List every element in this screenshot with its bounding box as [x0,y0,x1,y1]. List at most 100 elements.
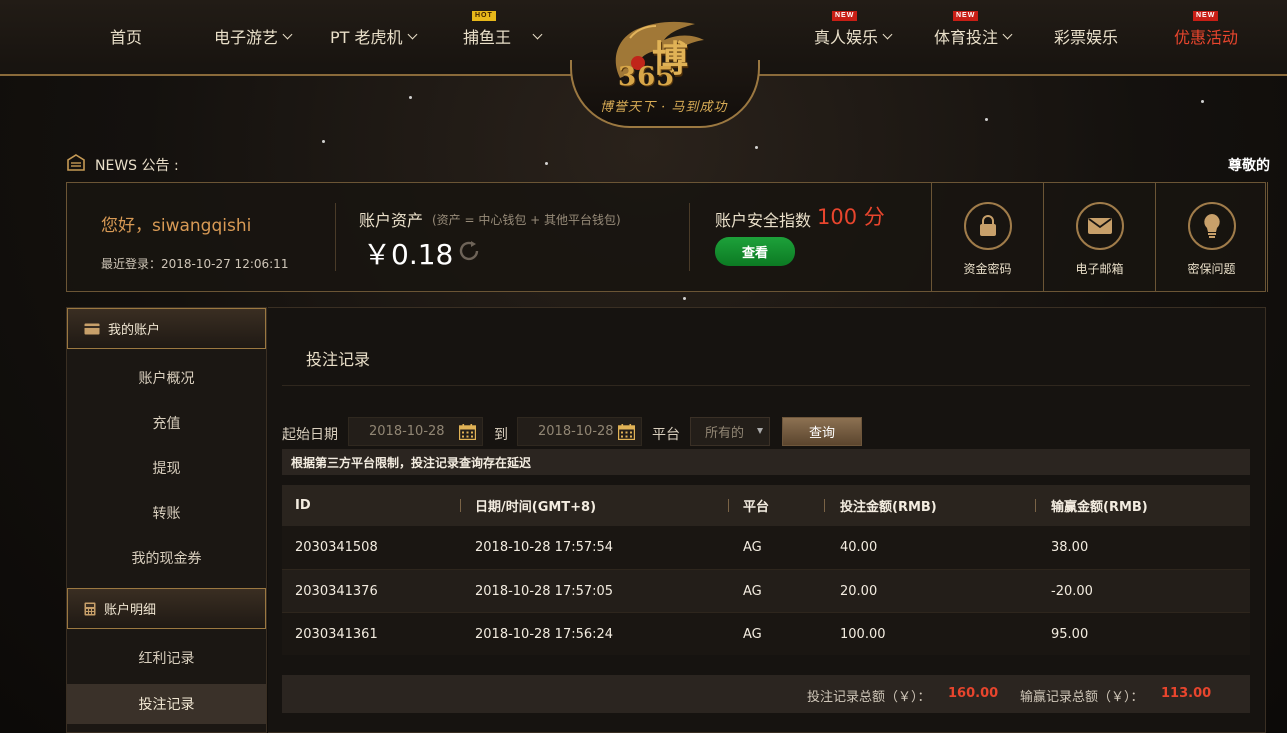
nav-pt-slots[interactable]: PT 老虎机 [330,24,417,48]
start-date-input[interactable]: 2018-10-28 [348,417,483,446]
sidebar-section-my-account[interactable]: 我的账户 [67,308,266,349]
sparkle [322,140,325,143]
col-datetime: 日期/时间(GMT+8) [475,500,597,515]
logo-numerals: 365 [618,62,676,92]
start-date-value: 2018-10-28 [369,424,445,439]
nav-sports-label: 体育投注 [934,28,999,47]
logo-slogan: 博誉天下 · 马到成功 [600,100,728,115]
chevron-down-icon [1002,29,1013,39]
caret-down-icon [757,428,763,434]
delay-notice: 根据第三方平台限制，投注记录查询存在延迟 [282,449,1250,475]
cell-bet-amount: 20.00 [840,583,878,599]
bet-records-table: ID 日期/时间(GMT+8) 平台 投注金额(RMB) 输赢金额(RMB) 2… [282,485,1250,655]
bet-total-value: 160.00 [948,686,999,701]
refresh-icon[interactable] [457,239,481,263]
greeting: 您好，siwangqishi [101,216,252,236]
tile-security-question[interactable]: 密保问题 [1155,182,1268,292]
new-badge: NEW [953,11,979,21]
sidebar-section-label: 我的账户 [108,323,161,338]
cell-id: 2030341508 [295,540,378,555]
column-separator [824,499,825,512]
column-separator [728,499,729,512]
sidebar-section-label: 账户明细 [104,603,157,618]
sidebar: 我的账户 账户概况 充值 提现 转账 我的现金券 账户明细 红利记录 投注记录 [66,307,267,733]
nav-live-casino[interactable]: 真人娱乐 [814,24,893,48]
end-date-value: 2018-10-28 [538,424,614,439]
cell-win-amount: 38.00 [1051,540,1089,555]
nav-promotions[interactable]: 优惠活动 [1174,24,1238,48]
cell-bet-amount: 100.00 [840,626,886,642]
nav-sports[interactable]: 体育投注 [934,24,1013,48]
sidebar-item-bonus-records[interactable]: 红利记录 [67,638,266,678]
end-date-input[interactable]: 2018-10-28 [517,417,642,446]
table-row: 2030341376 2018-10-28 17:57:05 AG 20.00 … [282,569,1250,612]
tile-email[interactable]: 电子邮箱 [1043,182,1156,292]
nav-electronic[interactable]: 电子游艺 [214,24,293,48]
tile-fund-password[interactable]: 资金密码 [931,182,1044,292]
totals-bar: 投注记录总额（￥）： 160.00 输赢记录总额（￥）： 113.00 [282,675,1250,713]
mail-icon [1075,202,1124,250]
bet-total-label: 投注记录总额（￥）： [807,690,931,705]
cell-platform: AG [743,583,762,599]
cell-platform: AG [743,626,762,642]
start-date-label: 起始日期 [282,427,338,443]
chevron-down-icon [407,29,417,39]
security-score: 100 分 [817,205,885,229]
to-label: 到 [494,427,508,443]
win-total-label: 输赢记录总额（￥）： [1020,690,1144,705]
sidebar-item-transfer[interactable]: 转账 [67,493,266,533]
sidebar-item-overview[interactable]: 账户概况 [67,358,266,398]
lock-icon [963,202,1012,250]
col-id: ID [295,498,311,513]
chevron-down-icon [882,29,893,39]
news-icon [67,154,85,171]
news-marquee[interactable]: 尊敬的 [1228,155,1287,175]
new-badge: NEW [832,11,858,21]
platform-select[interactable]: 所有的 [690,417,770,446]
cell-win-amount: 95.00 [1051,626,1089,642]
win-total-value: 113.00 [1161,686,1212,701]
cell-id: 2030341361 [295,626,378,642]
platform-label: 平台 [652,427,680,443]
nav-lottery[interactable]: 彩票娱乐 [1054,24,1118,48]
page-title: 投注记录 [306,350,371,369]
sidebar-item-withdraw[interactable]: 提现 [67,448,266,488]
sidebar-item-bet-records[interactable]: 投注记录 [67,684,266,724]
column-separator [460,499,461,512]
nav-home[interactable]: 首页 [110,24,142,48]
cell-platform: AG [743,540,762,555]
nav-fishing[interactable]: 捕鱼王 [463,24,543,48]
platform-select-value: 所有的 [705,426,745,441]
divider [335,203,336,271]
nav-home-label: 首页 [110,28,143,47]
new-badge: NEW [1193,11,1219,21]
last-login: 最近登录：2018-10-27 12:06:11 [101,257,289,271]
view-security-button[interactable]: 查看 [715,237,795,266]
chevron-down-icon [282,29,293,39]
cell-datetime: 2018-10-28 17:56:24 [475,626,614,642]
nav-live-label: 真人娱乐 [814,28,879,47]
query-button[interactable]: 查询 [782,417,862,446]
assets-value: ￥0.18 [363,238,454,271]
calendar-icon[interactable] [459,424,476,440]
divider [282,385,1250,386]
column-separator [1035,499,1036,512]
table-row: 2030341508 2018-10-28 17:57:54 AG 40.00 … [282,526,1250,569]
sidebar-section-account-details[interactable]: 账户明细 [67,588,266,629]
calendar-icon[interactable] [618,424,635,440]
sparkle [1201,100,1204,103]
sidebar-item-deposit[interactable]: 充值 [67,403,266,443]
nav-lottery-label: 彩票娱乐 [1054,28,1119,47]
lightbulb-icon [1187,202,1236,250]
nav-pt-label: PT 老虎机 [330,28,403,47]
cell-datetime: 2018-10-28 17:57:05 [475,583,614,599]
tile-email-label: 电子邮箱 [1075,262,1124,276]
cell-datetime: 2018-10-28 17:57:54 [475,540,614,555]
news-label: NEWS 公告 : [95,158,179,174]
nav-promo-label: 优惠活动 [1174,28,1239,47]
tile-fund-password-label: 资金密码 [963,262,1012,276]
sidebar-item-coupons[interactable]: 我的现金券 [67,538,266,578]
cell-id: 2030341376 [295,583,378,599]
sparkle [683,297,686,300]
table-header-row: ID 日期/时间(GMT+8) 平台 投注金额(RMB) 输赢金额(RMB) [282,485,1250,526]
